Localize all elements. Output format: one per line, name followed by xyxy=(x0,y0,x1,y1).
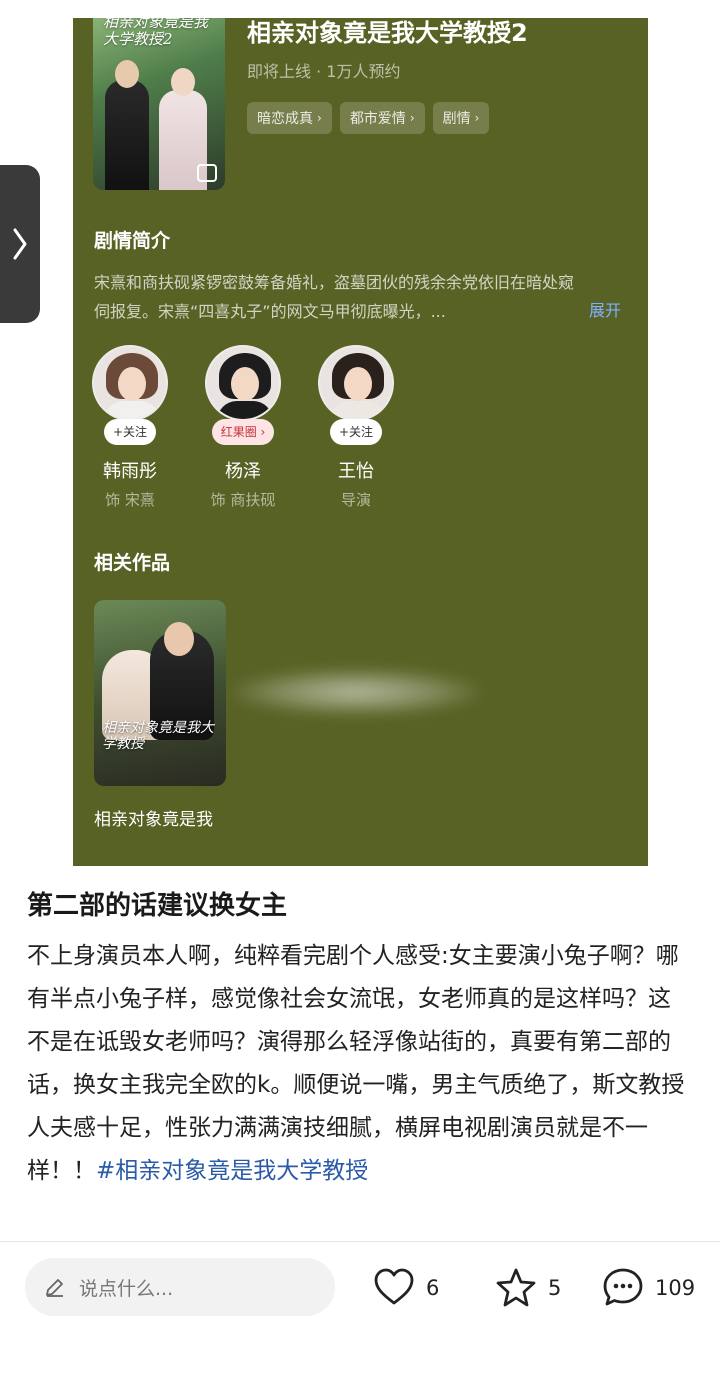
post-body-text: 不上身演员本人啊，纯粹看完剧个人感受:女主要演小兔子啊？哪有半点小兔子样，感觉像… xyxy=(27,943,685,1184)
chevron-right-icon: › xyxy=(409,111,415,125)
drama-title: 相亲对象竟是我大学教授2 xyxy=(247,19,528,47)
genre-tags: 暗恋成真 › 都市爱情 › 剧情 › xyxy=(247,102,490,134)
chevron-right-icon xyxy=(13,228,27,260)
cast-name: 王怡 xyxy=(338,461,374,482)
comment-input[interactable]: 说点什么... xyxy=(25,1258,335,1316)
follow-button[interactable]: +关注 xyxy=(103,419,157,445)
expand-link[interactable]: 展开 xyxy=(589,297,621,321)
chevron-right-icon: › xyxy=(317,111,322,125)
genre-tag[interactable]: 剧情 › xyxy=(432,102,490,134)
cast-name: 韩雨彤 xyxy=(103,461,157,482)
divider xyxy=(0,1241,720,1242)
synopsis-heading: 剧情简介 xyxy=(94,230,171,252)
chat-bubble-icon xyxy=(603,1268,643,1306)
comment-button[interactable]: 109 xyxy=(601,1266,695,1310)
poster-title-art: 相亲对象竟是我大学教授2 xyxy=(103,18,209,48)
related-work-poster[interactable]: 相亲对象竟是我大学教授 xyxy=(94,600,226,786)
follow-button[interactable]: +关注 xyxy=(329,419,383,445)
drama-poster[interactable]: 相亲对象竟是我大学教授2 xyxy=(93,18,225,190)
poster-title-art: 相亲对象竟是我大学教授 xyxy=(102,720,214,752)
synopsis-text: 宋熹和商扶砚紧锣密鼓筹备婚礼，盗墓团伙的残余余党依旧在暗处窥伺报复。宋熹“四喜丸… xyxy=(94,273,575,321)
post-body: 不上身演员本人啊，纯粹看完剧个人感受:女主要演小兔子啊？哪有半点小兔子样，感觉像… xyxy=(27,935,693,1193)
genre-tag[interactable]: 暗恋成真 › xyxy=(247,102,332,134)
related-heading: 相关作品 xyxy=(94,552,171,574)
cast-role: 饰 宋熹 xyxy=(105,491,155,509)
cast-name: 杨泽 xyxy=(225,461,261,482)
cast-member[interactable]: +关注 王怡 导演 xyxy=(301,345,411,510)
post-title: 第二部的话建议换女主 xyxy=(27,891,288,921)
drama-status: 即将上线 · 1万人预约 xyxy=(247,62,401,81)
favorite-button[interactable]: 5 xyxy=(494,1266,561,1310)
fan-circle-button[interactable]: 红果圈 › xyxy=(211,419,275,445)
cast-member[interactable]: 红果圈 › 杨泽 饰 商扶砚 xyxy=(188,345,298,510)
gallery-icon xyxy=(197,164,217,182)
like-button[interactable]: 6 xyxy=(372,1266,439,1310)
like-count: 6 xyxy=(426,1276,440,1300)
pencil-icon xyxy=(46,1279,63,1297)
avatar xyxy=(318,345,394,421)
genre-tag[interactable]: 都市爱情 › xyxy=(339,102,425,134)
hashtag-link[interactable]: #相亲对象竟是我大学教授 xyxy=(96,1158,368,1184)
cast-role: 导演 xyxy=(340,491,371,509)
comment-placeholder: 说点什么... xyxy=(79,1277,174,1300)
avatar xyxy=(205,345,281,421)
related-work-title[interactable]: 相亲对象竟是我 xyxy=(94,805,213,830)
cast-role: 饰 商扶砚 xyxy=(210,491,276,509)
chevron-right-icon: › xyxy=(474,111,480,125)
star-icon xyxy=(496,1268,536,1307)
blurred-area xyxy=(231,668,481,716)
side-drawer-handle[interactable] xyxy=(0,165,40,323)
avatar xyxy=(92,345,168,421)
embedded-drama-screenshot: 相亲对象竟是我大学教授2 相亲对象竟是我大学教授2 即将上线 · 1万人预约 暗… xyxy=(73,18,648,866)
heart-icon xyxy=(374,1268,414,1305)
cast-member[interactable]: +关注 韩雨彤 饰 宋熹 xyxy=(75,345,185,510)
favorite-count: 5 xyxy=(548,1276,562,1300)
comment-count: 109 xyxy=(655,1276,696,1300)
